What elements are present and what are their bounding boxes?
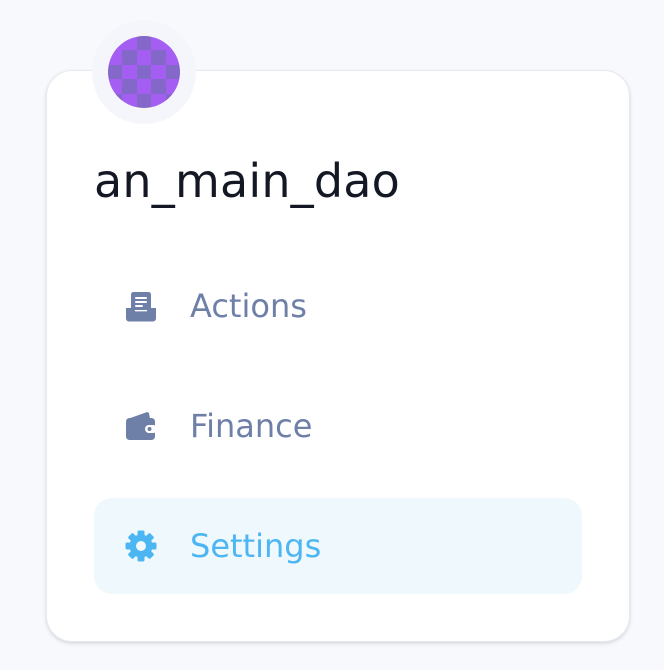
nav-item-settings[interactable]: Settings <box>94 498 582 594</box>
nav-label-finance: Finance <box>190 407 313 445</box>
dao-name: an_main_dao <box>94 154 401 208</box>
gear-icon <box>124 529 158 563</box>
inbox-document-icon <box>124 289 158 323</box>
nav-label-actions: Actions <box>190 287 307 325</box>
nav-item-actions[interactable]: Actions <box>94 258 582 354</box>
nav-label-settings: Settings <box>190 527 322 565</box>
dao-avatar <box>108 36 180 108</box>
nav-item-finance[interactable]: Finance <box>94 378 582 474</box>
wallet-icon <box>124 409 158 443</box>
